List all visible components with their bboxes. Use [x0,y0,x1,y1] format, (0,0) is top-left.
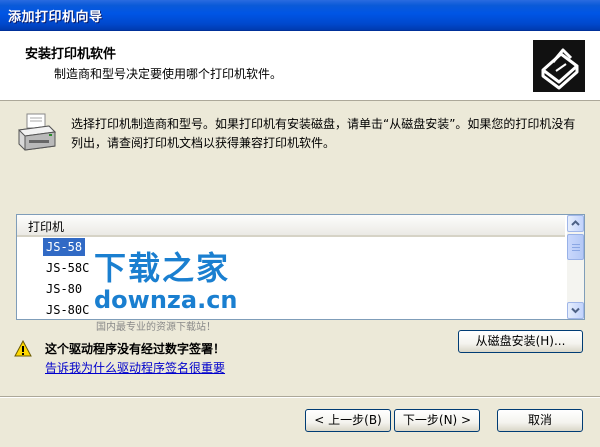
title-bar: 添加打印机向导 [0,0,600,31]
warning-icon [14,339,32,358]
list-column-header[interactable]: 打印机 [17,215,565,237]
list-scrollbar[interactable] [567,215,584,319]
scroll-up-button[interactable] [567,215,584,232]
scroll-down-button[interactable] [567,302,584,319]
printer-install-icon [533,40,585,92]
intro-text: 选择打印机制造商和型号。如果打印机有安装磁盘，请单击“从磁盘安装”。如果您的打印… [71,117,576,150]
page-subtitle: 制造商和型号决定要使用哪个打印机软件。 [54,67,283,81]
list-item[interactable]: JS-58 [43,238,86,256]
window-title: 添加打印机向导 [8,10,103,25]
watermark-tagline: 国内最专业的资源下载站！ [96,322,216,333]
warning-text: 这个驱动程序没有经过数字签署！ [45,342,226,356]
list-header-label: 打印机 [28,220,65,234]
list-item[interactable]: JS-58C [43,259,92,277]
chevron-down-icon [571,307,580,314]
page-title: 安装打印机软件 [25,47,117,62]
watermark-en: downza.cn [94,286,238,314]
list-item[interactable]: JS-80C [43,301,92,319]
back-button[interactable]: < 上一步(B) [305,409,391,432]
watermark-cn: 下载之家 [94,249,231,287]
cancel-button[interactable]: 取消 [497,409,583,432]
next-button[interactable]: 下一步(N) > [394,409,480,432]
watermark: 下载之家 downza.cn 国内最专业的资源下载站！ [92,238,262,334]
printer-icon [15,112,59,158]
wizard-header: 安装打印机软件 制造商和型号决定要使用哪个打印机软件。 [0,31,600,101]
footer-separator [0,396,600,398]
chevron-up-icon [571,220,580,226]
driver-signing-link[interactable]: 告诉我为什么驱动程序签名很重要 [45,359,225,376]
list-item[interactable]: JS-80 [43,280,85,298]
have-disk-button[interactable]: 从磁盘安装(H)... [458,330,583,353]
scroll-thumb[interactable] [567,234,584,260]
